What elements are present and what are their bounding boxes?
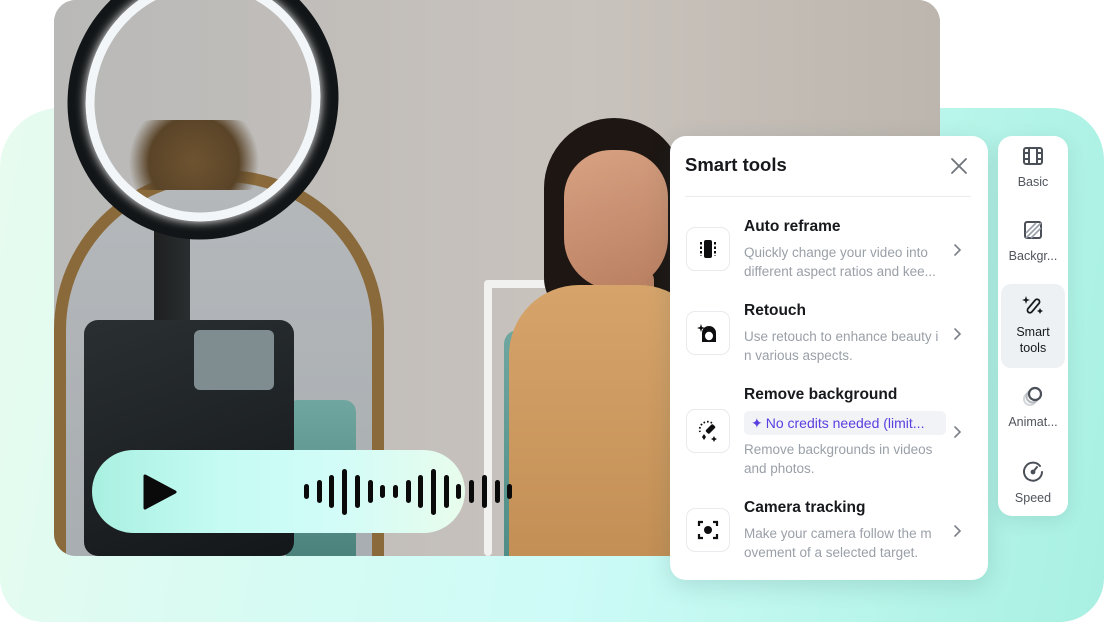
waveform-bar [469,480,475,503]
film-icon [1023,147,1043,165]
waveform-bar [304,484,309,499]
tool-description: Remove backgrounds in videos and photos. [744,442,933,476]
waveform-bar [329,474,335,509]
tool-camera-tracking[interactable]: Camera tracking Make your camera follow … [685,499,975,565]
tool-description: Make your camera follow the m ovement of… [744,526,932,560]
rail-item-animation[interactable]: Animat... [1001,384,1065,450]
no-credits-badge: ✦ No credits needed (limit... [744,411,946,435]
rail-item-label: Animat... [1008,415,1058,429]
tool-description: Quickly change your video into different… [744,245,936,279]
animation-icon [1023,386,1043,406]
auto-reframe-icon-box [686,227,730,271]
panel-divider [685,196,971,197]
waveform-bar [494,480,500,503]
rail-item-label: Basic [1017,175,1049,189]
video-camera-screen [194,330,274,390]
rail-item-smart-tools[interactable]: Smart tools [1001,284,1065,368]
retouch-icon-box [686,311,730,355]
sparkle-icon: ✦ [751,415,763,431]
side-rail: Basic Backgr... Smart tools Animat... Sp… [998,136,1068,516]
background-icon [1024,221,1042,239]
chevron-right-icon [954,328,962,340]
remove-background-icon-box [686,409,730,453]
waveform-bar [380,484,386,499]
rail-item-label: Backgr... [1008,249,1058,263]
rail-item-label: Smart tools [1016,325,1050,355]
video-person-face [564,150,668,290]
waveform-bar [392,484,398,499]
tool-name: Remove background [744,386,898,403]
speed-icon [1023,461,1043,482]
tool-name: Retouch [744,302,806,319]
camera-tracking-icon-box [686,508,730,552]
waveform-bar [342,468,348,515]
waveform-bar [443,474,449,509]
waveform-bar [418,474,424,509]
waveform-bar [481,474,487,509]
retouch-icon [697,324,716,342]
audio-player [92,450,513,533]
tool-auto-reframe[interactable]: Auto reframe Quickly change your video i… [685,218,975,284]
rail-item-label: Speed [1014,491,1052,505]
waveform-bar [431,468,436,515]
rail-item-background[interactable]: Backgr... [1001,218,1065,284]
waveform-bar [405,480,411,503]
waveform-bar [316,480,322,503]
panel-title: Smart tools [685,154,787,175]
chevron-right-icon [954,525,962,537]
tool-name: Auto reframe [744,218,841,235]
camera-tracking-icon [697,520,719,540]
rail-item-speed[interactable]: Speed [1001,460,1065,516]
auto-reframe-icon [700,240,716,258]
tool-description: Use retouch to enhance beauty i n variou… [744,329,939,363]
rail-item-basic[interactable]: Basic [1001,144,1065,210]
chevron-right-icon [954,426,962,438]
play-icon[interactable] [142,473,178,511]
close-icon[interactable] [948,155,970,177]
chevron-right-icon [954,244,962,256]
waveform-bar [456,484,462,499]
waveform-bar [354,474,360,509]
tool-remove-background[interactable]: Remove background ✦ No credits needed (li… [685,386,975,478]
waveform-bar [507,484,513,499]
tool-name: Camera tracking [744,499,866,516]
badge-text: No credits needed (limit... [765,415,925,431]
tool-retouch[interactable]: Retouch Use retouch to enhance beauty i … [685,302,975,368]
audio-waveform[interactable] [292,450,513,533]
remove-background-icon [698,420,717,442]
magic-wand-icon [1022,296,1043,314]
waveform-bar [367,480,373,503]
smart-tools-panel: Smart tools Auto reframe Quickly change … [670,136,988,580]
